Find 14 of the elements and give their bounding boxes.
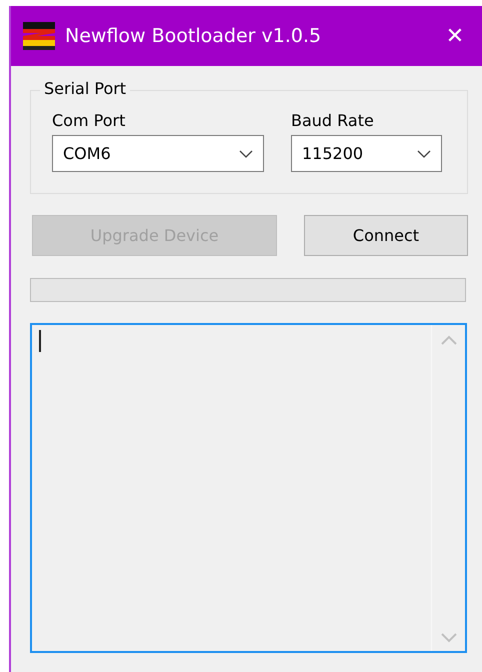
field-label: Com Port bbox=[52, 111, 126, 130]
scroll-down-icon[interactable] bbox=[440, 633, 456, 643]
connect-button[interactable]: Connect bbox=[304, 215, 468, 256]
log-area[interactable] bbox=[30, 323, 467, 653]
field-label: Baud Rate bbox=[291, 111, 375, 130]
chevron-down-icon bbox=[417, 150, 431, 158]
text-cursor bbox=[39, 330, 41, 352]
striped-flag-icon bbox=[23, 22, 55, 50]
dropdown[interactable]: 115200 bbox=[291, 135, 442, 172]
close-button[interactable]: ✕ bbox=[428, 6, 482, 66]
window-title: Newflow Bootloader v1.0.5 bbox=[65, 25, 322, 47]
dropdown[interactable]: COM6 bbox=[52, 135, 264, 172]
scroll-up-icon[interactable] bbox=[440, 335, 456, 345]
chevron-down-icon bbox=[239, 150, 253, 158]
